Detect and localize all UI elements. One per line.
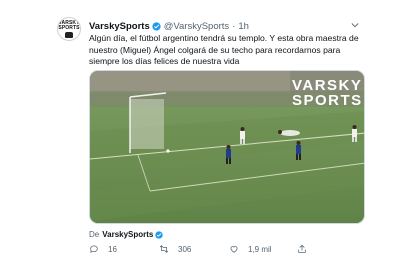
share-icon: [298, 244, 306, 253]
source-name[interactable]: VarskySports: [102, 230, 153, 239]
share-button[interactable]: [297, 244, 316, 254]
heart-icon: [230, 246, 238, 253]
chevron-down-icon[interactable]: [350, 20, 360, 30]
handle[interactable]: @VarskySports: [164, 21, 229, 32]
timestamp[interactable]: 1h: [238, 21, 249, 32]
retweet-count: 306: [178, 244, 192, 254]
reply-count: 16: [108, 244, 117, 254]
video-source: De VarskySports: [89, 230, 164, 239]
action-bar: 16 306 1,9 mil: [89, 244, 364, 256]
tweet-card[interactable]: VARSKY SPORTS VarskySports @VarskySports…: [0, 0, 420, 280]
like-count: 1,9 mil: [248, 244, 272, 254]
source-prefix: De: [89, 230, 100, 239]
display-name[interactable]: VarskySports: [89, 21, 150, 32]
reply-button[interactable]: 16: [89, 244, 117, 254]
separator: ·: [232, 20, 236, 32]
avatar[interactable]: VARSKY SPORTS: [57, 17, 81, 41]
tweet-video[interactable]: VARSKY SPORTS: [89, 70, 365, 224]
goal-net: [130, 99, 164, 149]
watermark-line1: VARSKY: [292, 77, 363, 94]
tweet-header: VarskySports @VarskySports · 1h: [89, 20, 249, 32]
retweet-button[interactable]: 306: [159, 244, 191, 254]
avatar-face: [65, 31, 73, 38]
verified-badge-icon: [152, 21, 161, 31]
watermark-line2: SPORTS: [292, 92, 363, 109]
ball: [166, 149, 170, 153]
watermark: VARSKY SPORTS: [292, 78, 363, 108]
retweet-icon: [159, 245, 169, 253]
avatar-logo-line2: SPORTS: [58, 24, 80, 31]
reply-icon: [90, 245, 98, 253]
like-button[interactable]: 1,9 mil: [229, 244, 272, 254]
tweet-text: Algún día, el fútbol argentino tendrá su…: [89, 33, 359, 66]
verified-badge-icon: [155, 230, 164, 239]
